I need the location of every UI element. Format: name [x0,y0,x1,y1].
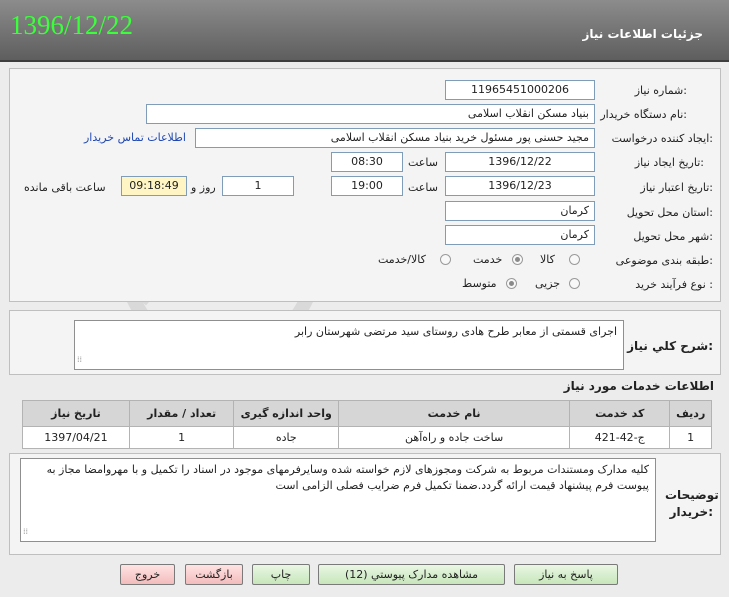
services-title: اطلاعات خدمات مورد نیاز [563,379,714,393]
exit-button[interactable]: خروج [120,564,175,585]
description-text: اجرای قسمتی از معابر طرح هادی روستای سید… [74,320,624,370]
cell-service-name: ساخت جاده و راه‌آهن [338,426,571,449]
resize-grip-icon: ⁞⁞ [23,527,29,536]
requester-label: ایجاد کننده درخواست: [611,132,713,145]
validity-date-label: تاریخ اعتبار نیاز: [640,181,713,194]
col-service-code: کد خدمت [569,400,671,427]
validity-time-field: 19:00 [331,176,403,196]
category-option-goods-service: کالا/خدمت [378,253,426,266]
process-label: نوع فرآیند خرید : [635,278,713,291]
category-radio-goods[interactable] [569,254,580,265]
cell-quantity: 1 [128,426,235,449]
page-header: 1396/12/22 جزئیات اطلاعات نیاز [0,0,729,62]
process-option-minor: جزیی [535,277,561,290]
col-quantity: تعداد / مقدار [128,400,235,427]
province-label: استان محل تحویل: [626,206,713,219]
description-text-content: اجرای قسمتی از معابر طرح هادی روستای سید… [294,325,617,338]
cell-row: 1 [669,426,712,449]
table-row: 1 ج-42-421 ساخت جاده و راه‌آهن جاده 1 13… [22,426,712,449]
validity-date-field: 1396/12/23 [445,176,595,196]
col-row: ردیف [669,400,712,427]
services-table-header: ردیف کد خدمت نام خدمت واحد اندازه گیری ت… [22,400,712,427]
requester-field: مجید حسنی پور مسئول خرید بنیاد مسکن انقل… [195,128,595,148]
col-service-name: نام خدمت [338,400,571,427]
process-radio-minor[interactable] [569,278,580,289]
col-need-date: تاریخ نیاز [22,400,130,427]
created-time-label: ساعت [408,156,438,169]
attachments-button[interactable]: مشاهده مدارک پیوستي (12) [318,564,505,585]
category-radio-service[interactable] [512,254,523,265]
category-option-service: خدمت [473,253,503,266]
city-label: شهر محل تحویل: [633,230,713,243]
category-label: طبقه بندی موضوعی: [615,254,713,267]
need-number-field: 11965451000206 [445,80,595,100]
category-option-goods: کالا [540,253,555,266]
buyer-org-field: بنیاد مسکن انقلاب اسلامی [146,104,595,124]
col-unit: واحد اندازه گیری [233,400,340,427]
header-date: 1396/12/22 [10,10,134,40]
cell-need-date: 1397/04/21 [22,426,130,449]
page-title: جزئیات اطلاعات نیاز [582,27,703,41]
category-radio-goods-service[interactable] [440,254,451,265]
reply-button[interactable]: پاسخ به نیاز [514,564,618,585]
process-radio-medium[interactable] [506,278,517,289]
remaining-time-label: ساعت باقی مانده [24,181,106,194]
created-time-field: 08:30 [331,152,403,172]
province-field: کرمان [445,201,595,221]
back-button[interactable]: بازگشت [185,564,243,585]
days-remaining-field: 1 [222,176,294,196]
resize-grip-icon: ⁞⁞ [77,355,83,364]
process-option-medium: متوسط [462,277,497,290]
created-date-label: تاریخ ایجاد نیاز: [634,156,704,169]
buyer-notes-text: کلیه مدارک ومستندات مربوط به شرکت ومجوزه… [20,458,656,542]
buyer-notes-text-content: کلیه مدارک ومستندات مربوط به شرکت ومجوزه… [46,463,649,492]
need-number-label: شماره نیاز: [634,84,687,97]
print-button[interactable]: چاپ [252,564,310,585]
buyer-notes-label: توضیحات خریدار: [665,488,719,519]
city-field: کرمان [445,225,595,245]
cell-service-code: ج-42-421 [569,426,671,449]
description-label: شرح کلي نياز: [627,339,713,353]
buyer-org-label: نام دستگاه خریدار: [600,108,687,121]
cell-unit: جاده [233,426,340,449]
services-table: ردیف کد خدمت نام خدمت واحد اندازه گیری ت… [22,400,712,449]
created-date-field: 1396/12/22 [445,152,595,172]
days-label: روز و [191,181,216,194]
validity-time-label: ساعت [408,181,438,194]
remaining-time-field: 09:18:49 [121,176,187,196]
contact-info-link[interactable]: اطلاعات تماس خریدار [84,131,186,144]
